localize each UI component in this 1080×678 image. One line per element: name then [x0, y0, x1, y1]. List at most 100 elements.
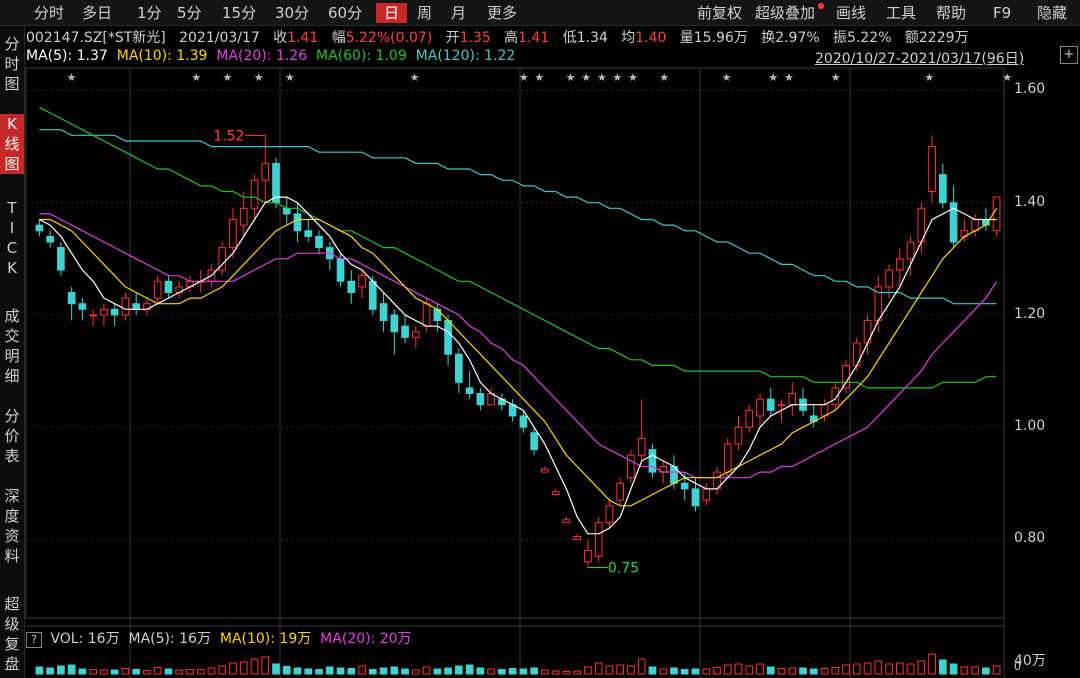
volume-bar — [476, 667, 485, 675]
volume-bar — [444, 667, 452, 675]
volume-bar — [616, 664, 625, 675]
volume-bar — [519, 668, 528, 675]
volume-bar — [229, 662, 237, 675]
candle-body — [121, 297, 130, 316]
volume-bar — [992, 665, 1001, 675]
help-icon[interactable]: ? — [26, 632, 42, 648]
volume-bar — [336, 667, 345, 675]
volume-bar — [218, 665, 227, 675]
star-marker-icon: ★ — [612, 71, 622, 84]
star-marker-icon: ★ — [410, 71, 420, 84]
volume-bar — [186, 669, 194, 675]
candle-body — [476, 393, 485, 406]
volume-bar — [745, 665, 754, 675]
volume-bar — [196, 669, 205, 675]
volume-bar — [347, 668, 356, 675]
volume-bar — [982, 667, 990, 675]
volume-bar — [207, 667, 216, 675]
volume-bar — [670, 667, 678, 675]
volume-bar — [831, 667, 840, 675]
candle-body — [766, 398, 775, 411]
candle-body — [358, 275, 366, 288]
volume-bar — [605, 665, 614, 675]
volume-bar — [401, 668, 409, 675]
candle-body — [293, 213, 302, 232]
candle-body — [637, 437, 646, 456]
candle-body — [110, 308, 119, 316]
candle-body — [100, 308, 108, 316]
high-annotation: 1.52 — [213, 128, 244, 144]
volume-bar — [433, 668, 442, 675]
candle-body — [304, 230, 313, 237]
volume-bar — [594, 662, 603, 675]
volume-bar — [132, 669, 141, 675]
candle-body — [702, 488, 711, 501]
candle-body — [885, 269, 893, 288]
vol-value: VOL: 16万 — [50, 631, 120, 647]
volume-bar — [906, 663, 915, 675]
volume-bar — [541, 669, 549, 675]
candle-body — [756, 398, 764, 417]
volume-bar — [863, 662, 872, 675]
volume-bar — [680, 669, 689, 675]
volume-bar — [358, 665, 366, 675]
volume-bar — [325, 666, 334, 675]
candle-body — [444, 320, 452, 355]
volume-bar — [78, 668, 87, 675]
volume-bar — [390, 666, 399, 675]
volume-bar — [766, 666, 775, 675]
star-marker-icon: ★ — [1002, 71, 1012, 84]
volume-bar — [777, 668, 786, 675]
candle-body — [282, 207, 291, 215]
star-marker-icon: ★ — [67, 71, 77, 84]
star-marker-icon: ★ — [628, 71, 638, 84]
candle-body — [89, 314, 97, 317]
candle-body — [315, 235, 323, 249]
candle-body — [411, 331, 420, 338]
volume-bar — [799, 667, 807, 675]
volume-bar — [175, 669, 184, 675]
volume-bar — [648, 666, 657, 675]
candle-body — [584, 550, 592, 563]
candle-body — [691, 488, 700, 507]
vol-axis-zero: 0 — [1014, 660, 1021, 673]
volume-bar — [46, 667, 54, 675]
candle-body — [734, 426, 743, 445]
candle-body — [939, 174, 947, 204]
volume-legend: ? VOL: 16万 MA(5): 16万 MA(10): 19万 MA(20)… — [26, 628, 412, 648]
volume-bar — [143, 670, 151, 675]
price-tick: 1.00 — [1014, 418, 1046, 435]
volume-bar — [508, 668, 517, 675]
volume-bar — [809, 668, 818, 675]
volume-bar — [885, 663, 893, 675]
star-marker-icon: ★ — [722, 71, 732, 84]
volume-bar — [691, 668, 700, 675]
candle-body — [390, 314, 399, 333]
volume-bar — [67, 664, 76, 675]
candle-body — [541, 468, 549, 473]
candle-body — [250, 179, 259, 209]
candle-body — [648, 449, 657, 473]
volume-bar — [89, 669, 97, 675]
candle-body — [745, 409, 754, 428]
volume-bar — [153, 667, 162, 675]
star-marker-icon: ★ — [519, 71, 529, 84]
candle-body — [465, 387, 474, 395]
volume-bar — [315, 669, 323, 675]
kline-chart[interactable]: 1.52 0.75 ★ ★ ★ ★ ★ ★ ★ ★ ★ ★ ★ ★ ★ ★ ★ ★ ★ ★ ★ ★ — [0, 0, 1080, 678]
price-tick: 0.80 — [1014, 530, 1046, 547]
volume-bar — [874, 660, 883, 675]
volume-bar — [272, 663, 280, 675]
candle-body — [67, 291, 76, 305]
volume-bar — [110, 669, 119, 675]
volume-bar — [734, 663, 743, 675]
star-marker-icon: ★ — [784, 71, 794, 84]
candle-body — [132, 303, 141, 310]
candle-body — [164, 280, 173, 293]
volume-bar — [659, 668, 668, 675]
vol-ma20: MA(20): 20万 — [320, 631, 412, 647]
volume-bar — [928, 653, 936, 675]
volume-bar — [379, 667, 388, 675]
volume-bar — [895, 662, 904, 675]
volume-bar — [573, 670, 581, 675]
